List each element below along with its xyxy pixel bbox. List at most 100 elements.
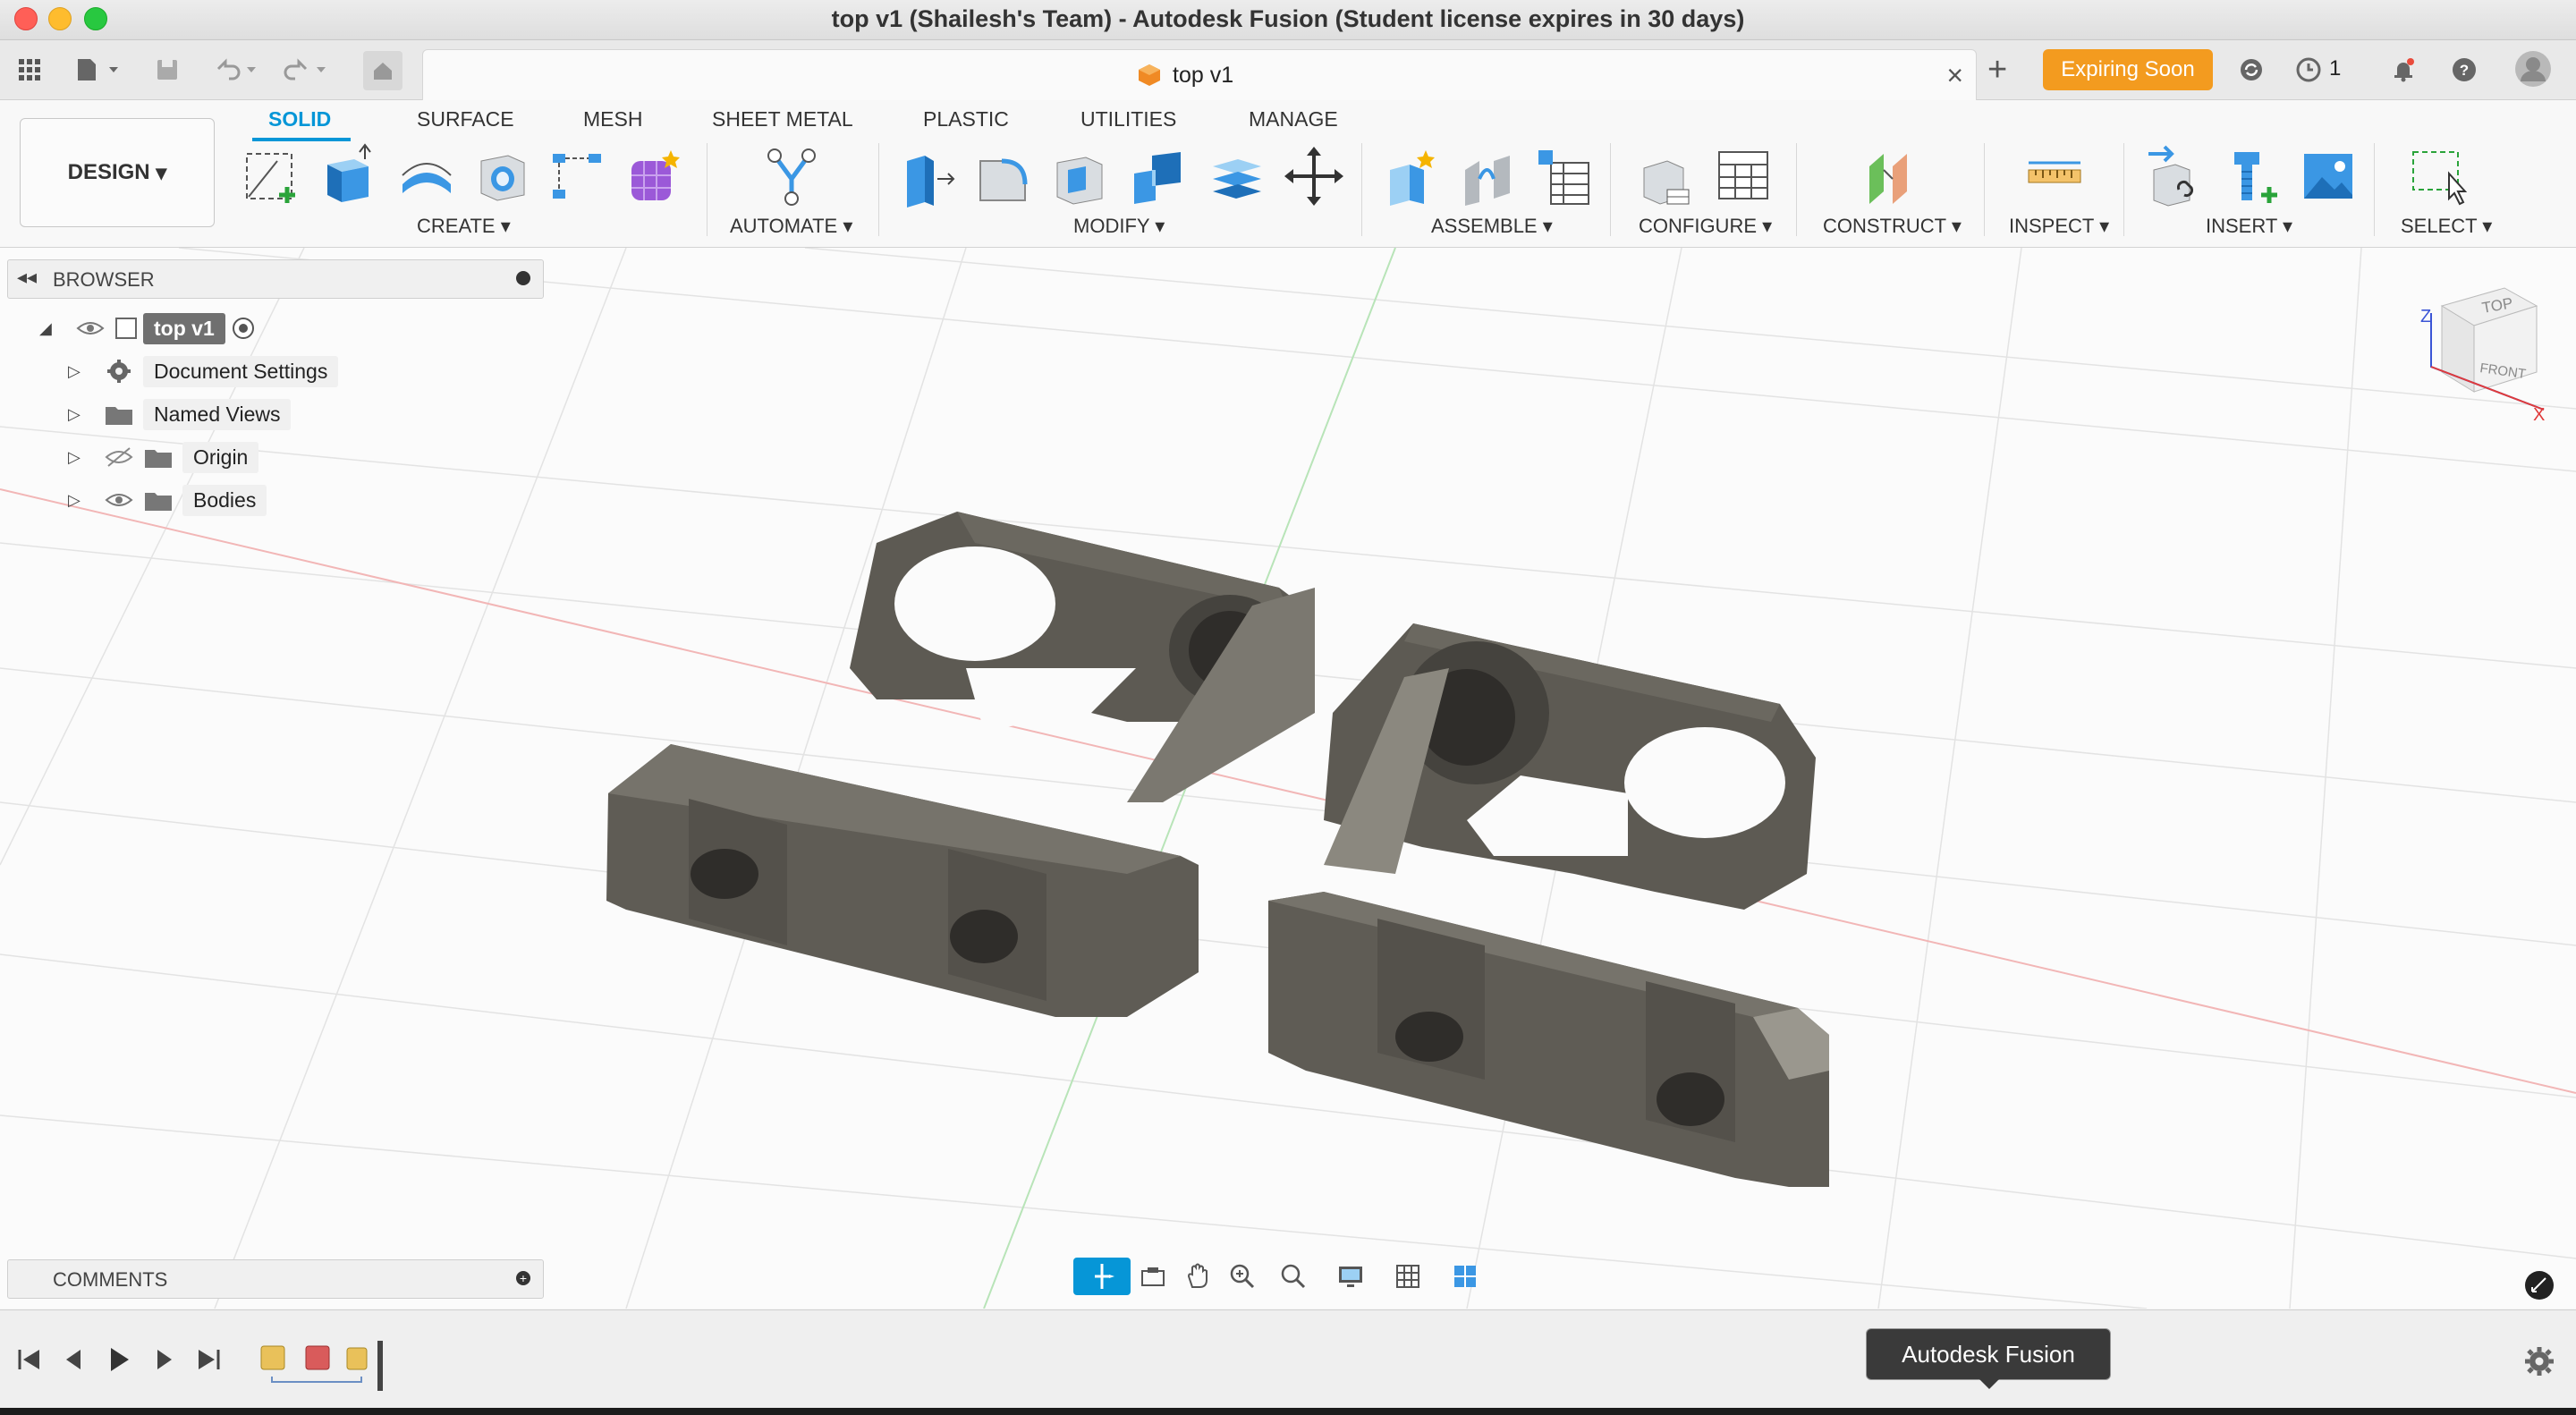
timeline-features[interactable] xyxy=(259,1341,394,1391)
tab-manage[interactable]: MANAGE xyxy=(1249,107,1338,131)
zoom-icon[interactable] xyxy=(1220,1258,1265,1295)
new-component-icon[interactable] xyxy=(1383,143,1442,209)
viewports-icon[interactable] xyxy=(1436,1258,1494,1295)
tree-item-document-settings[interactable]: ▷ Document Settings xyxy=(68,354,339,388)
minimize-panel-icon[interactable] xyxy=(516,271,530,285)
save-icon[interactable] xyxy=(152,56,182,83)
feedback-icon[interactable] xyxy=(2524,1270,2555,1301)
zoom-window-icon[interactable] xyxy=(1265,1258,1322,1295)
display-settings-icon[interactable] xyxy=(1322,1258,1379,1295)
move-copy-icon[interactable] xyxy=(1284,143,1343,209)
tab-solid[interactable]: SOLID xyxy=(268,107,331,131)
job-status-icon[interactable] xyxy=(2293,56,2324,83)
measure-icon[interactable] xyxy=(2025,143,2084,209)
press-pull-icon[interactable] xyxy=(898,143,957,209)
visibility-eye-icon[interactable] xyxy=(75,318,106,339)
activate-radio-icon[interactable] xyxy=(231,316,256,341)
viewport-canvas[interactable] xyxy=(0,248,2576,1309)
tree-item-bodies[interactable]: ▷ Bodies xyxy=(68,483,267,517)
timeline-last-icon[interactable] xyxy=(195,1346,222,1373)
caret-right-icon[interactable]: ▷ xyxy=(68,448,86,467)
expiring-soon-button[interactable]: Expiring Soon xyxy=(2043,49,2213,90)
group-insert[interactable]: INSERT ▾ xyxy=(2206,215,2292,238)
group-inspect[interactable]: INSPECT ▾ xyxy=(2009,215,2109,238)
caret-right-icon[interactable]: ▷ xyxy=(68,362,86,381)
help-icon[interactable]: ? xyxy=(2449,56,2479,83)
add-comment-icon[interactable]: + xyxy=(516,1271,530,1285)
combine-icon[interactable] xyxy=(1129,143,1188,209)
folder-icon xyxy=(145,450,172,468)
offset-plane-icon[interactable] xyxy=(1860,143,1919,209)
folder-icon xyxy=(106,407,132,425)
timeline-first-icon[interactable] xyxy=(16,1346,43,1373)
tab-sheet-metal[interactable]: SHEET METAL xyxy=(712,107,853,131)
user-avatar[interactable] xyxy=(2513,49,2553,89)
group-assemble[interactable]: ASSEMBLE ▾ xyxy=(1431,215,1553,238)
bill-of-materials-icon[interactable] xyxy=(1535,143,1594,209)
pattern-icon[interactable] xyxy=(547,143,606,209)
pan-hand-icon[interactable] xyxy=(1175,1258,1220,1295)
insert-derive-icon[interactable] xyxy=(2145,143,2204,209)
extrude-icon[interactable] xyxy=(318,143,377,209)
caret-right-icon[interactable]: ▷ xyxy=(68,491,86,510)
tab-utilities[interactable]: UTILITIES xyxy=(1080,107,1176,131)
insert-mcmaster-icon[interactable] xyxy=(2222,143,2281,209)
document-tab[interactable]: top v1 × xyxy=(422,49,1977,100)
home-icon[interactable] xyxy=(363,51,402,90)
tree-item-origin[interactable]: ▷ Origin xyxy=(68,440,259,474)
insert-canvas-icon[interactable] xyxy=(2299,143,2358,209)
sync-icon[interactable] xyxy=(2236,56,2267,83)
group-create[interactable]: CREATE ▾ xyxy=(417,215,511,238)
orbit-icon[interactable] xyxy=(1073,1258,1131,1295)
tree-item-named-views[interactable]: ▷ Named Views xyxy=(68,397,292,431)
close-tab-icon[interactable]: × xyxy=(1946,59,1963,92)
tree-root[interactable]: ◢ top v1 xyxy=(39,311,256,345)
viewcube[interactable]: TOP FRONT Z X xyxy=(2415,286,2549,420)
app-grid-icon[interactable] xyxy=(14,56,45,83)
hole-icon[interactable] xyxy=(472,143,531,209)
visibility-eye-icon[interactable] xyxy=(104,489,134,511)
caret-right-icon[interactable]: ▷ xyxy=(68,405,86,424)
configuration-table-icon[interactable] xyxy=(1714,143,1773,209)
file-menu-icon[interactable] xyxy=(73,56,127,83)
fillet-icon[interactable] xyxy=(975,143,1034,209)
group-configure[interactable]: CONFIGURE ▾ xyxy=(1639,215,1772,238)
comments-panel[interactable]: COMMENTS + xyxy=(7,1259,544,1299)
select-icon[interactable] xyxy=(2408,143,2468,209)
look-at-icon[interactable] xyxy=(1131,1258,1175,1295)
tooltip: Autodesk Fusion xyxy=(1866,1328,2111,1380)
timeline-settings-gear-icon[interactable] xyxy=(2524,1346,2555,1377)
tab-mesh[interactable]: MESH xyxy=(583,107,642,131)
gear-icon xyxy=(107,360,131,383)
tab-plastic[interactable]: PLASTIC xyxy=(923,107,1009,131)
create-form-icon[interactable] xyxy=(624,143,683,209)
timeline-next-icon[interactable] xyxy=(150,1346,177,1373)
tab-surface[interactable]: SURFACE xyxy=(417,107,514,131)
create-sketch-icon[interactable] xyxy=(242,143,301,209)
redo-icon[interactable] xyxy=(281,56,335,83)
ribbon-toolbar: DESIGN ▾ SOLID SURFACE MESH SHEET METAL … xyxy=(0,100,2576,248)
offset-face-icon[interactable] xyxy=(1208,143,1267,209)
active-tab-indicator xyxy=(252,138,351,141)
collapse-panel-icon[interactable]: ◂◂ xyxy=(17,266,37,289)
group-automate[interactable]: AUTOMATE ▾ xyxy=(730,215,852,238)
new-tab-button[interactable]: + xyxy=(1987,51,2007,89)
document-icon xyxy=(115,318,137,339)
timeline-play-icon[interactable] xyxy=(106,1346,132,1373)
timeline-prev-icon[interactable] xyxy=(61,1346,88,1373)
group-modify[interactable]: MODIFY ▾ xyxy=(1073,215,1165,238)
revolve-icon[interactable] xyxy=(397,143,456,209)
joint-icon[interactable] xyxy=(1458,143,1517,209)
caret-down-icon[interactable]: ◢ xyxy=(39,319,57,338)
automate-icon[interactable] xyxy=(762,143,821,209)
visibility-hidden-icon[interactable] xyxy=(104,446,134,468)
group-construct[interactable]: CONSTRUCT ▾ xyxy=(1823,215,1962,238)
undo-icon[interactable] xyxy=(211,56,265,83)
workspace-switcher[interactable]: DESIGN ▾ xyxy=(20,118,215,227)
notifications-bell-icon[interactable] xyxy=(2388,56,2419,83)
grid-snaps-icon[interactable] xyxy=(1379,1258,1436,1295)
configure-icon[interactable] xyxy=(1637,143,1696,209)
title-bar: top v1 (Shailesh's Team) - Autodesk Fusi… xyxy=(0,0,2576,40)
group-select[interactable]: SELECT ▾ xyxy=(2401,215,2492,238)
shell-icon[interactable] xyxy=(1050,143,1109,209)
